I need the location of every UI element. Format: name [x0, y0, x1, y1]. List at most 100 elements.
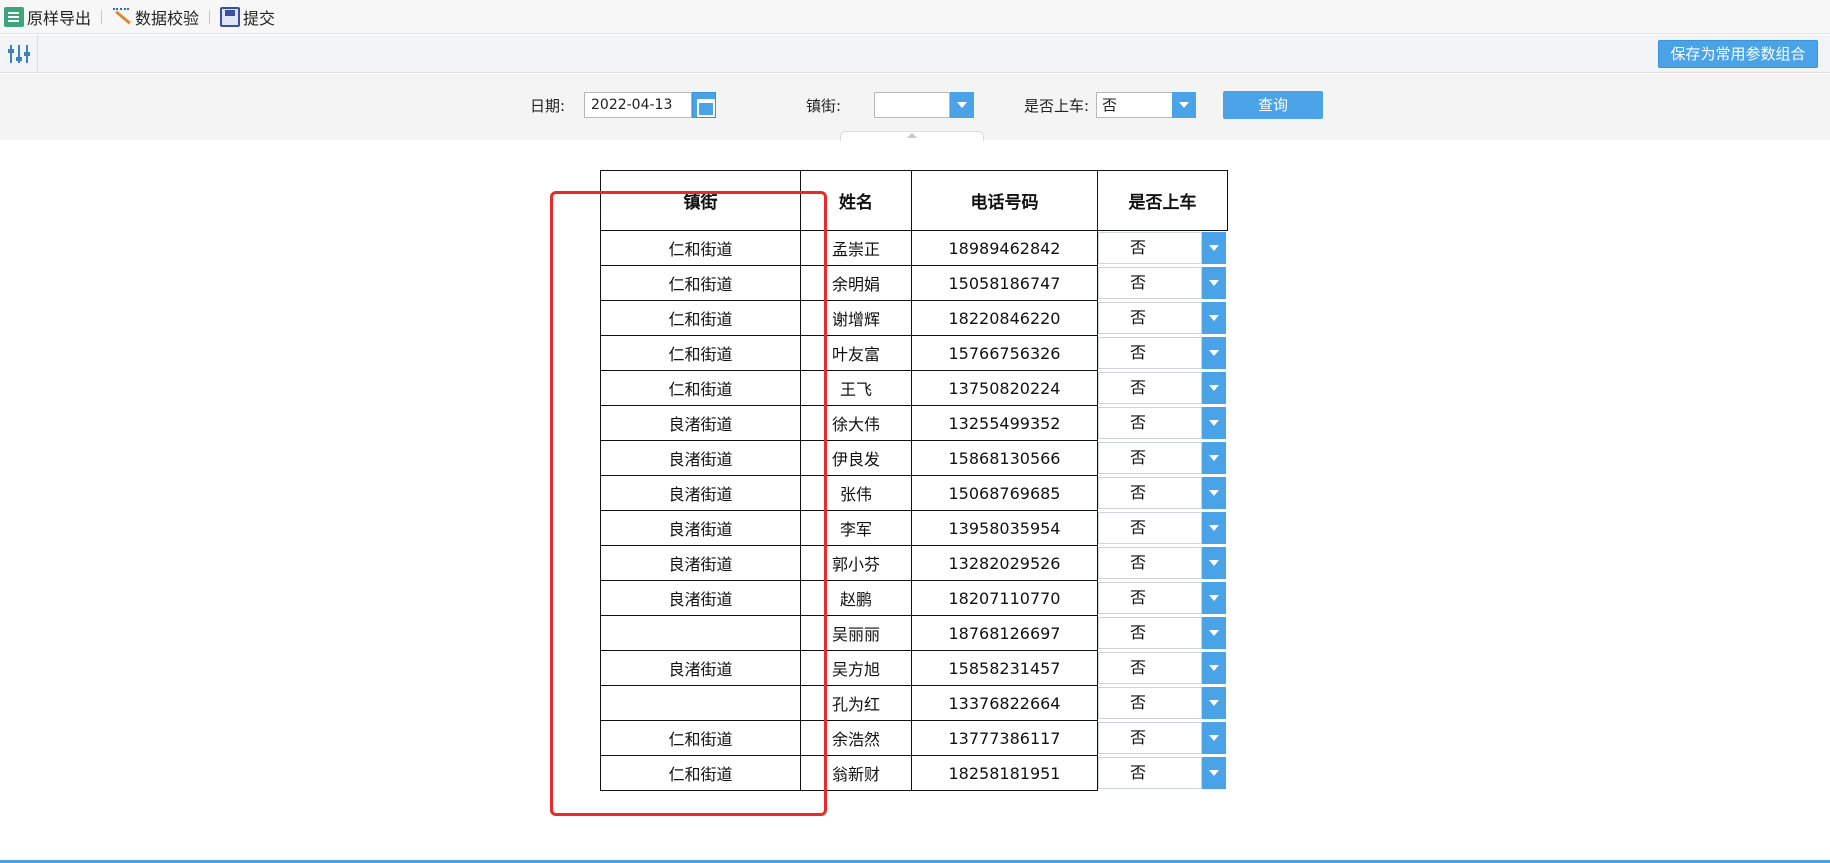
cell-onboard[interactable]: 否	[1098, 301, 1228, 336]
cell-town: 仁和街道	[600, 720, 801, 756]
report-table: 镇街 姓名 电话号码 是否上车 仁和街道 孟崇正 18989462842 否仁和街道余…	[600, 170, 1228, 791]
cell-onboard[interactable]: 否	[1098, 546, 1228, 581]
submit-button[interactable]: 提交	[216, 0, 279, 34]
export-label: 原样导出	[27, 8, 92, 28]
town-label: 镇街:	[806, 97, 842, 115]
export-button[interactable]: 原样导出	[0, 0, 95, 34]
table-row: 仁和街道 谢增辉 18220846220 否	[600, 300, 1228, 336]
town-select[interactable]	[874, 92, 950, 118]
cell-town: 仁和街道	[600, 755, 801, 791]
onboard-row-select[interactable]: 否	[1098, 232, 1202, 264]
cell-onboard[interactable]: 否	[1098, 511, 1228, 546]
table-row: 良渚街道 李军 13958035954 否	[600, 510, 1228, 546]
chevron-down-icon[interactable]	[1202, 476, 1226, 509]
onboard-row-select[interactable]: 否	[1098, 756, 1202, 789]
cell-onboard[interactable]: 否	[1098, 616, 1228, 651]
cell-town: 仁和街道	[600, 230, 801, 266]
cell-phone: 13958035954	[911, 510, 1098, 546]
date-input[interactable]: 2022-04-13	[584, 92, 692, 118]
table-row: 仁和街道 余浩然 13777386117 否	[600, 720, 1228, 756]
chevron-down-icon[interactable]	[1202, 301, 1226, 334]
chevron-down-icon[interactable]	[1202, 721, 1226, 754]
cell-phone: 15068769685	[911, 475, 1098, 511]
param-toggle-button[interactable]	[0, 35, 38, 73]
cell-phone: 13255499352	[911, 405, 1098, 441]
table-row: 良渚街道 张伟 15068769685 否	[600, 475, 1228, 511]
cell-phone: 13750820224	[911, 370, 1098, 406]
onboard-chevron-down-icon[interactable]	[1172, 92, 1196, 118]
onboard-row-select[interactable]: 否	[1098, 581, 1202, 614]
onboard-row-select[interactable]: 否	[1098, 301, 1202, 334]
chevron-down-icon[interactable]	[1202, 616, 1226, 649]
chevron-down-icon[interactable]	[1202, 232, 1226, 264]
onboard-row-select[interactable]: 否	[1098, 511, 1202, 544]
cell-phone: 18207110770	[911, 580, 1098, 616]
cell-onboard[interactable]: 否	[1098, 686, 1228, 721]
cell-name: 王飞	[800, 370, 912, 406]
chevron-down-icon[interactable]	[1202, 581, 1226, 614]
cell-onboard[interactable]: 否	[1098, 231, 1228, 266]
cell-name: 郭小芬	[800, 545, 912, 581]
collapse-tab[interactable]	[840, 131, 984, 141]
town-chevron-down-icon[interactable]	[950, 92, 974, 118]
onboard-row-select[interactable]: 否	[1098, 406, 1202, 439]
query-button[interactable]: 查询	[1223, 91, 1323, 119]
onboard-row-select[interactable]: 否	[1098, 371, 1202, 404]
header-name: 姓名	[800, 170, 912, 231]
onboard-row-select[interactable]: 否	[1098, 651, 1202, 684]
onboard-row-select[interactable]: 否	[1098, 336, 1202, 369]
cell-name: 李军	[800, 510, 912, 546]
onboard-row-select[interactable]: 否	[1098, 686, 1202, 719]
cell-onboard[interactable]: 否	[1098, 266, 1228, 301]
validate-button[interactable]: 数据校验	[108, 0, 203, 34]
chevron-down-icon[interactable]	[1202, 336, 1226, 369]
toolbar-divider	[101, 9, 103, 24]
table-row: 孔为红 13376822664 否	[600, 685, 1228, 721]
validate-label: 数据校验	[135, 8, 200, 28]
chevron-down-icon[interactable]	[1202, 686, 1226, 719]
cell-name: 伊良发	[800, 440, 912, 476]
save-param-combo-button[interactable]: 保存为常用参数组合	[1658, 40, 1818, 68]
excel-export-icon	[4, 6, 24, 27]
cell-onboard[interactable]: 否	[1098, 406, 1228, 441]
chevron-down-icon[interactable]	[1202, 266, 1226, 299]
chevron-down-icon[interactable]	[1202, 371, 1226, 404]
cell-onboard[interactable]: 否	[1098, 371, 1228, 406]
onboard-row-select[interactable]: 否	[1098, 441, 1202, 474]
chevron-down-icon[interactable]	[1202, 511, 1226, 544]
chevron-down-icon[interactable]	[1202, 406, 1226, 439]
chevron-down-icon[interactable]	[1202, 651, 1226, 684]
header-phone: 电话号码	[911, 170, 1098, 231]
onboard-row-select[interactable]: 否	[1098, 616, 1202, 649]
cell-name: 徐大伟	[800, 405, 912, 441]
cell-onboard[interactable]: 否	[1098, 756, 1228, 791]
onboard-row-select[interactable]: 否	[1098, 546, 1202, 579]
cell-name: 翁新财	[800, 755, 912, 791]
cell-town: 良渚街道	[600, 405, 801, 441]
onboard-row-select[interactable]: 否	[1098, 476, 1202, 509]
chevron-down-icon[interactable]	[1202, 546, 1226, 579]
cell-phone: 13282029526	[911, 545, 1098, 581]
cell-onboard[interactable]: 否	[1098, 651, 1228, 686]
calendar-icon[interactable]	[692, 92, 716, 118]
submit-label: 提交	[243, 8, 276, 28]
cell-onboard[interactable]: 否	[1098, 721, 1228, 756]
onboard-row-select[interactable]: 否	[1098, 266, 1202, 299]
table-row: 仁和街道 王飞 13750820224 否	[600, 370, 1228, 406]
cell-town: 良渚街道	[600, 510, 801, 546]
chevron-down-icon[interactable]	[1202, 441, 1226, 474]
cell-phone: 15868130566	[911, 440, 1098, 476]
cell-name: 赵鹏	[800, 580, 912, 616]
chevron-down-icon[interactable]	[1202, 756, 1226, 789]
cell-name: 吴丽丽	[800, 615, 912, 651]
onboard-row-select[interactable]: 否	[1098, 721, 1202, 754]
cell-onboard[interactable]: 否	[1098, 476, 1228, 511]
table-row: 良渚街道 赵鹏 18207110770 否	[600, 580, 1228, 616]
save-disk-icon	[220, 6, 241, 27]
cell-town: 良渚街道	[600, 440, 801, 476]
cell-onboard[interactable]: 否	[1098, 581, 1228, 616]
cell-town: 良渚街道	[600, 650, 801, 686]
cell-onboard[interactable]: 否	[1098, 336, 1228, 371]
cell-onboard[interactable]: 否	[1098, 441, 1228, 476]
onboard-select[interactable]: 否	[1096, 92, 1174, 118]
